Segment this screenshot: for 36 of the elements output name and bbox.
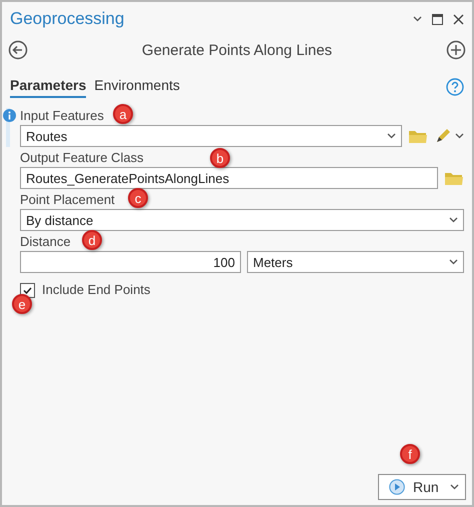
callout-marker: b: [210, 148, 230, 168]
caret-icon: [449, 259, 458, 265]
checkbox-label: Include End Points: [42, 282, 150, 299]
check-icon: [22, 285, 33, 296]
callout-marker: a: [113, 104, 133, 124]
callout-marker: e: [12, 294, 32, 314]
pane-title: Geoprocessing: [10, 9, 126, 29]
caret-icon: [455, 133, 464, 139]
play-icon: [389, 479, 405, 495]
parameter-label: Input Features: [20, 108, 104, 125]
callout-marker: f: [400, 444, 420, 464]
info-icon[interactable]: [3, 109, 16, 122]
parameter-label: Distance: [20, 234, 71, 251]
help-icon[interactable]: [446, 78, 464, 96]
close-icon[interactable]: [453, 14, 464, 24]
tab[interactable]: Parameters: [10, 76, 86, 98]
dropdown-field[interactable]: Routes: [20, 125, 402, 147]
input-field[interactable]: Routes_GeneratePointsAlongLines: [20, 167, 438, 189]
add-icon[interactable]: [446, 40, 466, 60]
checkbox[interactable]: [20, 283, 35, 298]
caret-icon: [450, 484, 459, 490]
dropdown-field[interactable]: By distance: [20, 209, 464, 231]
dropdown-icon: [413, 16, 422, 22]
callout-marker: d: [82, 230, 102, 250]
tool-title: Generate Points Along Lines: [140, 42, 334, 58]
caret-icon: [387, 133, 396, 139]
tab[interactable]: Environments: [94, 76, 180, 98]
callout-marker: c: [128, 188, 148, 208]
parameter-label: Output Feature Class: [20, 150, 144, 167]
input-field[interactable]: 100: [20, 251, 241, 273]
parameter-label: Point Placement: [20, 192, 115, 209]
caret-icon: [449, 217, 458, 223]
run-button[interactable]: Run: [378, 474, 466, 500]
dropdown-field[interactable]: Meters: [247, 251, 464, 273]
pencil-icon[interactable]: [434, 127, 452, 145]
maximize-icon[interactable]: [432, 14, 443, 24]
